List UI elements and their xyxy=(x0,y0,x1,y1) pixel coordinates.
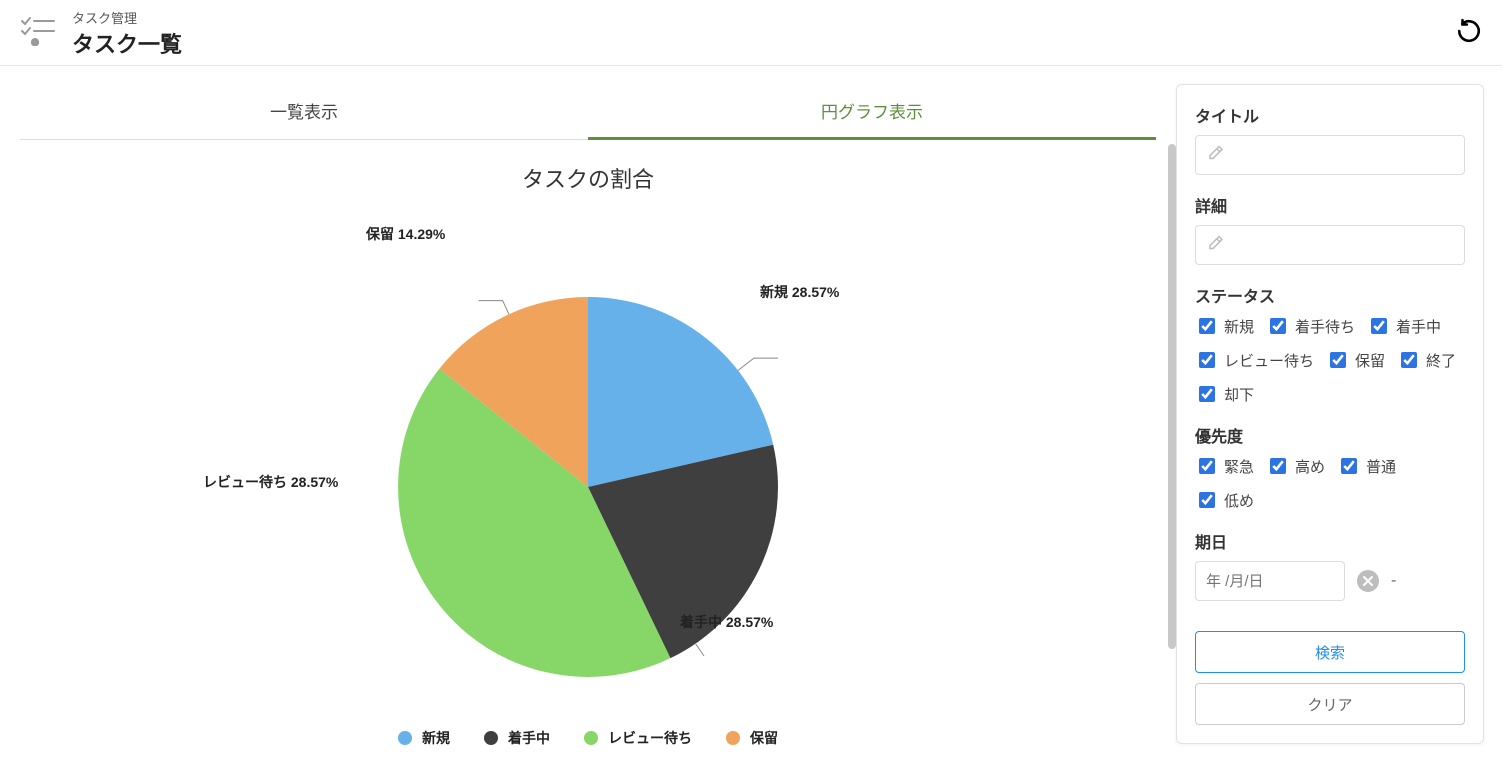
filter-panel: タイトル 詳細 ステータス 新規 着手待ち xyxy=(1176,84,1484,744)
chart-area: タスクの割合 xyxy=(20,162,1156,752)
search-button[interactable]: 検索 xyxy=(1195,631,1465,673)
check-status-5[interactable]: 終了 xyxy=(1397,349,1456,371)
slice-label-hold: 保留 14.29% xyxy=(366,224,445,244)
slice-label-new: 新規 28.57% xyxy=(760,282,839,302)
legend-label: 保留 xyxy=(750,728,778,748)
status-label: ステータス xyxy=(1195,283,1465,307)
check-priority-3[interactable]: 低め xyxy=(1195,489,1254,511)
date-clear-button[interactable] xyxy=(1357,570,1379,592)
legend-label: 新規 xyxy=(422,728,450,748)
title-input[interactable] xyxy=(1195,135,1465,175)
priority-checks: 緊急 高め 普通 低め xyxy=(1195,455,1465,511)
chart-legend: 新規 着手中 レビュー待ち 保留 xyxy=(398,728,778,748)
reload-button[interactable] xyxy=(1456,18,1482,49)
task-list-icon xyxy=(20,16,56,51)
scrollbar[interactable] xyxy=(1168,144,1176,738)
legend-dot-icon xyxy=(726,731,740,745)
date-label: 期日 xyxy=(1195,529,1465,553)
check-priority-0[interactable]: 緊急 xyxy=(1195,455,1254,477)
legend-item: 新規 xyxy=(398,728,450,748)
check-status-6[interactable]: 却下 xyxy=(1195,383,1254,405)
check-status-3[interactable]: レビュー待ち xyxy=(1195,349,1314,371)
legend-dot-icon xyxy=(584,731,598,745)
legend-item: レビュー待ち xyxy=(584,728,692,748)
page-title: タスク一覧 xyxy=(72,27,182,59)
tab-pie[interactable]: 円グラフ表示 xyxy=(588,84,1156,140)
slice-label-review: レビュー待ち 28.57% xyxy=(203,472,338,492)
status-checks: 新規 着手待ち 着手中 レビュー待ち 保留 終了 却下 xyxy=(1195,315,1465,405)
chart-title: タスクの割合 xyxy=(20,162,1156,194)
slice-label-in-progress: 着手中 28.57% xyxy=(680,612,773,632)
legend-label: 着手中 xyxy=(508,728,550,748)
check-status-1[interactable]: 着手待ち xyxy=(1266,315,1355,337)
header-left: タスク管理 タスク一覧 xyxy=(20,8,182,59)
tabs: 一覧表示 円グラフ表示 xyxy=(20,84,1156,140)
check-priority-1[interactable]: 高め xyxy=(1266,455,1325,477)
check-status-2[interactable]: 着手中 xyxy=(1367,315,1441,337)
legend-label: レビュー待ち xyxy=(608,728,692,748)
clear-button[interactable]: クリア xyxy=(1195,683,1465,725)
detail-input[interactable] xyxy=(1195,225,1465,265)
tab-list[interactable]: 一覧表示 xyxy=(20,84,588,139)
check-status-4[interactable]: 保留 xyxy=(1326,349,1385,371)
date-input[interactable] xyxy=(1195,561,1345,601)
title-label: タイトル xyxy=(1195,103,1465,127)
breadcrumb: タスク管理 xyxy=(72,8,182,27)
edit-icon xyxy=(1207,234,1225,257)
check-priority-2[interactable]: 普通 xyxy=(1337,455,1396,477)
detail-label: 詳細 xyxy=(1195,193,1465,217)
legend-dot-icon xyxy=(398,731,412,745)
edit-icon xyxy=(1207,144,1225,167)
legend-item: 保留 xyxy=(726,728,778,748)
legend-dot-icon xyxy=(484,731,498,745)
priority-label: 優先度 xyxy=(1195,423,1465,447)
legend-item: 着手中 xyxy=(484,728,550,748)
header: タスク管理 タスク一覧 xyxy=(0,0,1502,66)
date-range-separator: - xyxy=(1391,572,1396,590)
check-status-0[interactable]: 新規 xyxy=(1195,315,1254,337)
